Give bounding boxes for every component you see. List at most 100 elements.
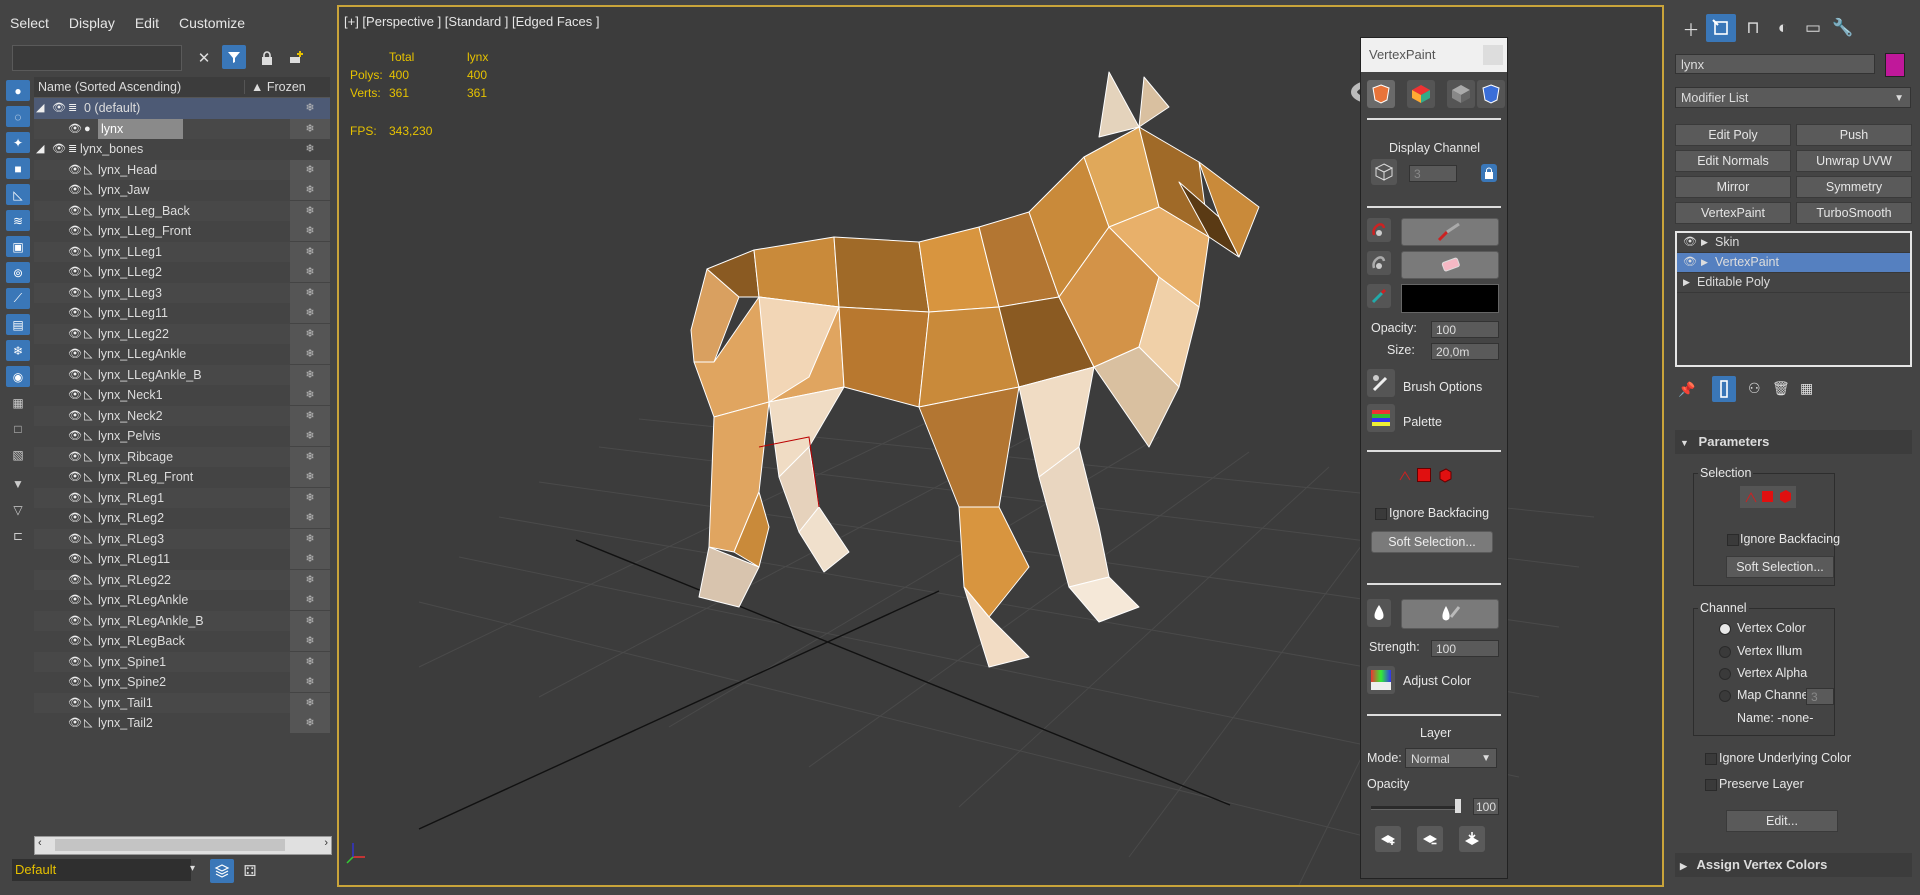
ignore-backfacing-checkbox[interactable] bbox=[1375, 508, 1387, 520]
freeze-icon[interactable]: ❄ bbox=[290, 590, 330, 610]
visibility-eye-icon[interactable]: 👁 bbox=[68, 303, 82, 323]
tree-row[interactable]: 👁 ◺ lynx_RLegBack ❄ bbox=[34, 631, 330, 652]
size-spinner[interactable]: 20,0m bbox=[1431, 343, 1499, 360]
tree-row[interactable]: 👁 ◺ lynx_LLeg11 ❄ bbox=[34, 303, 330, 324]
pin-stack-icon[interactable]: 📌 bbox=[1678, 381, 1695, 398]
display-bones-icon[interactable]: ⟋ bbox=[6, 288, 30, 309]
visibility-eye-icon[interactable]: 👁 bbox=[68, 713, 82, 733]
visibility-eye-icon[interactable]: 👁 bbox=[68, 488, 82, 508]
freeze-icon[interactable]: ❄ bbox=[290, 180, 330, 200]
display-helpers-icon[interactable]: ◺ bbox=[6, 184, 30, 205]
visibility-eye-icon[interactable]: 👁 bbox=[68, 160, 82, 180]
tree-row[interactable]: 👁 ◺ lynx_Pelvis ❄ bbox=[34, 426, 330, 447]
display-hidden-icon[interactable]: ◉ bbox=[6, 366, 30, 387]
visibility-eye-icon[interactable]: 👁 bbox=[68, 262, 82, 282]
color-picker-icon[interactable] bbox=[1367, 284, 1391, 308]
visibility-eye-icon[interactable]: 👁 bbox=[68, 242, 82, 262]
visibility-eye-icon[interactable]: 👁 bbox=[68, 201, 82, 221]
freeze-icon[interactable]: ❄ bbox=[290, 159, 330, 180]
column-name[interactable]: Name (Sorted Ascending) bbox=[38, 80, 181, 94]
edit-normals-button[interactable]: Edit Normals bbox=[1675, 150, 1791, 172]
visibility-eye-icon[interactable]: 👁 bbox=[68, 180, 82, 200]
visibility-eye-icon[interactable]: 👁 bbox=[68, 631, 82, 651]
freeze-icon[interactable]: ❄ bbox=[290, 610, 330, 631]
visibility-eye-icon[interactable]: 👁 bbox=[68, 693, 82, 713]
visibility-eye-icon[interactable]: 👁 bbox=[68, 365, 82, 385]
palette-label[interactable]: Palette bbox=[1403, 415, 1442, 429]
visibility-eye-icon[interactable]: 👁 bbox=[68, 385, 82, 405]
display-cameras-icon[interactable]: ■ bbox=[6, 158, 30, 179]
freeze-icon[interactable]: ❄ bbox=[290, 446, 330, 467]
visibility-eye-icon[interactable]: 👁 bbox=[68, 324, 82, 344]
vertex-color-display-shaded-icon[interactable] bbox=[1407, 80, 1435, 108]
blur-brush-icon[interactable] bbox=[1367, 599, 1391, 627]
visibility-eye-icon[interactable]: 👁 bbox=[52, 139, 66, 159]
channel-lock-icon[interactable] bbox=[1481, 164, 1497, 182]
display-geometry-icon[interactable]: ● bbox=[6, 80, 30, 101]
disable-vertex-color-icon[interactable] bbox=[1447, 80, 1475, 108]
visibility-eye-icon[interactable]: 👁 bbox=[68, 221, 82, 241]
blend-mode-select[interactable]: Normal ▼ bbox=[1405, 748, 1497, 768]
tree-row[interactable]: 👁 ◺ lynx_LLeg_Front ❄ bbox=[34, 221, 330, 242]
display-lights-icon[interactable]: ✦ bbox=[6, 132, 30, 153]
tree-row[interactable]: 👁 ◺ lynx_LLeg22 ❄ bbox=[34, 323, 330, 344]
brush-options-icon[interactable] bbox=[1367, 369, 1395, 397]
adjust-color-label[interactable]: Adjust Color bbox=[1403, 674, 1471, 688]
column-frozen[interactable]: ▲ Frozen bbox=[244, 80, 331, 94]
condense-layers-icon[interactable] bbox=[1459, 826, 1485, 852]
tree-row[interactable]: 👁 ◺ lynx_Jaw ❄ bbox=[34, 180, 330, 201]
menu-customize[interactable]: Customize bbox=[179, 15, 245, 39]
turbosmooth-button[interactable]: TurboSmooth bbox=[1796, 202, 1912, 224]
utilities-tab-icon[interactable]: 🔧 bbox=[1828, 14, 1858, 42]
freeze-icon[interactable]: ❄ bbox=[290, 651, 330, 672]
visibility-eye-icon[interactable]: 👁 bbox=[68, 611, 82, 631]
tree-row[interactable]: 👁 ◺ lynx_Head ❄ bbox=[34, 159, 330, 180]
tree-row[interactable]: ◢ 👁 ≣ lynx_bones ❄ bbox=[34, 139, 330, 160]
visibility-eye-icon[interactable]: 👁 bbox=[68, 426, 82, 446]
freeze-icon[interactable]: ❄ bbox=[290, 713, 330, 733]
freeze-icon[interactable]: ❄ bbox=[290, 344, 330, 364]
show-end-result-icon[interactable] bbox=[1712, 376, 1736, 402]
face-select-icon[interactable] bbox=[1762, 491, 1773, 502]
modify-tab-icon[interactable] bbox=[1706, 14, 1736, 42]
selection-soft-selection-button[interactable]: Soft Selection... bbox=[1726, 556, 1834, 578]
visibility-eye-icon[interactable]: 👁 bbox=[68, 406, 82, 426]
freeze-icon[interactable]: ❄ bbox=[290, 221, 330, 241]
freeze-icon[interactable]: ❄ bbox=[290, 364, 330, 385]
visibility-eye-icon[interactable]: 👁 bbox=[68, 590, 82, 610]
freeze-icon[interactable]: ❄ bbox=[290, 118, 330, 139]
configure-modifier-sets-icon[interactable]: ▦ bbox=[1800, 380, 1813, 397]
visibility-eye-icon[interactable]: 👁 bbox=[68, 508, 82, 528]
display-channel-cube-icon[interactable] bbox=[1371, 159, 1397, 185]
tree-row[interactable]: 👁 ◺ lynx_Tail1 ❄ bbox=[34, 692, 330, 713]
modifier-toggle-eye-icon[interactable]: 👁 bbox=[1683, 253, 1697, 272]
tree-row[interactable]: 👁 ◺ lynx_RLeg_Front ❄ bbox=[34, 467, 330, 488]
freeze-icon[interactable]: ❄ bbox=[290, 467, 330, 487]
tree-row[interactable]: 👁 ◺ lynx_Ribcage ❄ bbox=[34, 446, 330, 467]
modifier-toggle-eye-icon[interactable]: 👁 bbox=[1683, 233, 1697, 252]
freeze-icon[interactable]: ❄ bbox=[290, 672, 330, 692]
add-layer-icon[interactable] bbox=[284, 46, 308, 70]
tree-row[interactable]: 👁 ◺ lynx_RLeg3 ❄ bbox=[34, 528, 330, 549]
freeze-icon[interactable]: ❄ bbox=[290, 200, 330, 221]
expand-arrow-icon[interactable]: ▶ bbox=[1701, 253, 1708, 272]
filter-funnel-icon[interactable]: ▽ bbox=[6, 499, 30, 520]
vertex-select-icon[interactable] bbox=[1397, 468, 1413, 487]
assign-vertex-colors-rollout-header[interactable]: ▶ Assign Vertex Colors bbox=[1675, 853, 1912, 877]
new-layer-icon[interactable] bbox=[1375, 826, 1401, 852]
freeze-icon[interactable]: ❄ bbox=[290, 528, 330, 549]
tree-row[interactable]: 👁 ◺ lynx_RLeg2 ❄ bbox=[34, 508, 330, 529]
freeze-icon[interactable]: ❄ bbox=[290, 426, 330, 446]
symmetry-button[interactable]: Symmetry bbox=[1796, 176, 1912, 198]
display-channel-spinner[interactable]: 3 bbox=[1409, 165, 1457, 182]
erase-button[interactable] bbox=[1401, 251, 1499, 279]
motion-tab-icon[interactable]: ◐ bbox=[1768, 14, 1798, 42]
expand-icon[interactable]: ◢ bbox=[36, 98, 44, 118]
close-icon[interactable] bbox=[1483, 45, 1503, 65]
element-select-icon[interactable] bbox=[1778, 489, 1792, 504]
layer-dropdown-icon[interactable]: ▾ bbox=[190, 863, 195, 874]
freeze-icon[interactable]: ❄ bbox=[290, 241, 330, 262]
modifier-stack-item[interactable]: 👁 ▶ Skin bbox=[1677, 233, 1910, 253]
soft-selection-button[interactable]: Soft Selection... bbox=[1371, 531, 1493, 553]
tree-row[interactable]: 👁 ◺ lynx_Neck1 ❄ bbox=[34, 385, 330, 406]
